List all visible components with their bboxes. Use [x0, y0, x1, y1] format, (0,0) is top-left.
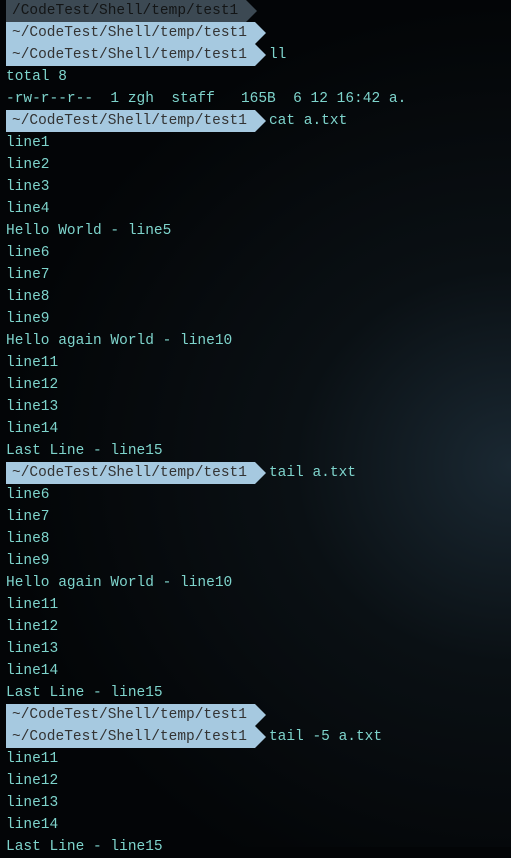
prompt-line: ~/CodeTest/Shell/temp/test1 cat a.txt [0, 110, 511, 132]
output-line: Last Line - line15 [0, 682, 511, 704]
output-line: line13 [0, 638, 511, 660]
output-line: line9 [0, 550, 511, 572]
output-line: Hello again World - line10 [0, 330, 511, 352]
output-line: line14 [0, 418, 511, 440]
output-line: line7 [0, 264, 511, 286]
output-line: Last Line - line15 [0, 440, 511, 462]
output-line: line13 [0, 396, 511, 418]
command-text: tail -5 a.txt [269, 726, 382, 748]
output-line: line8 [0, 528, 511, 550]
output-line: line11 [0, 748, 511, 770]
output-line: line3 [0, 176, 511, 198]
output-line: line2 [0, 154, 511, 176]
output-line: line14 [0, 814, 511, 836]
prompt-path-segment: ~/CodeTest/Shell/temp/test1 [6, 704, 255, 726]
output-line: line7 [0, 506, 511, 528]
command-text: tail a.txt [269, 462, 356, 484]
output-line: -rw-r--r-- 1 zgh staff 165B 6 12 16:42 a… [0, 88, 511, 110]
output-line: line9 [0, 308, 511, 330]
output-line: line11 [0, 352, 511, 374]
output-line: line6 [0, 484, 511, 506]
output-line: line4 [0, 198, 511, 220]
output-line: Hello again World - line10 [0, 572, 511, 594]
prompt-path-segment: ~/CodeTest/Shell/temp/test1 [6, 110, 255, 132]
prompt-path-segment: ~/CodeTest/Shell/temp/test1 [6, 462, 255, 484]
output-line: Hello World - line5 [0, 220, 511, 242]
command-text: ll [269, 44, 286, 66]
output-line: line13 [0, 792, 511, 814]
prompt-path-segment: ~/CodeTest/Shell/temp/test1 [6, 44, 255, 66]
prompt-line: ~/CodeTest/Shell/temp/test1 tail -5 a.tx… [0, 726, 511, 748]
output-line: line12 [0, 374, 511, 396]
output-line: line12 [0, 616, 511, 638]
prompt-path-segment: /CodeTest/Shell/temp/test1 [6, 0, 246, 22]
prompt-line: ~/CodeTest/Shell/temp/test1 [0, 22, 511, 44]
output-line: line1 [0, 132, 511, 154]
output-line: Last Line - line15 [0, 836, 511, 858]
output-line: total 8 [0, 66, 511, 88]
output-line: line14 [0, 660, 511, 682]
prompt-line: ~/CodeTest/Shell/temp/test1 tail a.txt [0, 462, 511, 484]
terminal-output[interactable]: /CodeTest/Shell/temp/test1 ~/CodeTest/Sh… [0, 0, 511, 858]
prompt-path-segment: ~/CodeTest/Shell/temp/test1 [6, 726, 255, 748]
output-line: line12 [0, 770, 511, 792]
output-line: line6 [0, 242, 511, 264]
prompt-line: ~/CodeTest/Shell/temp/test1 [0, 704, 511, 726]
output-line: line8 [0, 286, 511, 308]
prompt-line: ~/CodeTest/Shell/temp/test1 ll [0, 44, 511, 66]
output-line: line11 [0, 594, 511, 616]
command-text: cat a.txt [269, 110, 347, 132]
prompt-path-segment: ~/CodeTest/Shell/temp/test1 [6, 22, 255, 44]
prompt-line: /CodeTest/Shell/temp/test1 [0, 0, 511, 22]
